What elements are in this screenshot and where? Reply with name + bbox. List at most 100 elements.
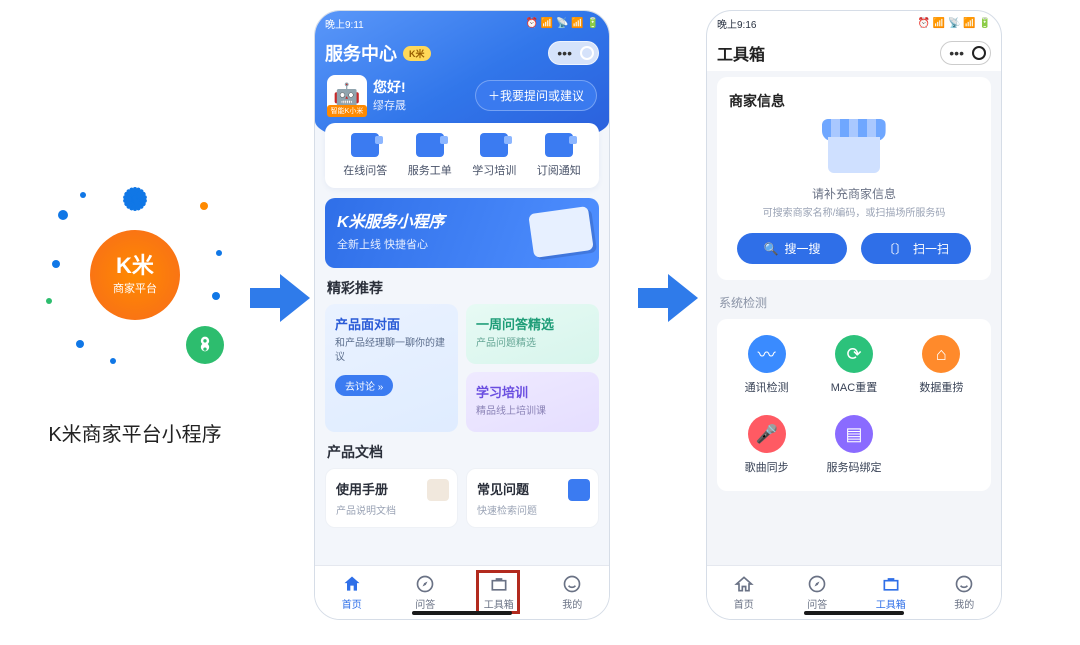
- scan-merchant-button[interactable]: 〔〕 扫一扫: [861, 233, 971, 264]
- status-icons: ⏰ 📶 📡 📶 🔋: [918, 18, 991, 29]
- tab-home[interactable]: 首页: [707, 574, 781, 611]
- qr-center-logo: K米 商家平台: [90, 230, 180, 320]
- merchant-hint-1: 请补充商家信息: [729, 185, 979, 202]
- capsule-close-icon[interactable]: [580, 46, 594, 60]
- capsule-menu-icon[interactable]: •••: [553, 46, 576, 60]
- logo-text: K米: [116, 255, 154, 277]
- sys-item-icon: ⌂: [922, 335, 960, 373]
- arrow-right-icon: [638, 270, 698, 326]
- greeting-row: 🤖 您好! 缪存晟 ＋我要提问或建议: [325, 71, 599, 123]
- doc-b-sub: 快速检索问题: [477, 502, 588, 517]
- page-title: 工具箱: [717, 41, 765, 65]
- tab-qa[interactable]: 问答: [389, 574, 463, 611]
- greeting-username: 缪存晟: [373, 97, 406, 113]
- miniprogram-clover-icon: [186, 326, 224, 364]
- rec-training[interactable]: 学习培训 精品线上培训课: [466, 372, 599, 432]
- phone-screen-toolbox: 晚上9:16 ⏰ 📶 📡 📶 🔋 工具箱 ••• 商家信息 请补充商家信息 可搜…: [706, 10, 1002, 620]
- doc-a-sub: 产品说明文档: [336, 502, 447, 517]
- status-icons: ⏰ 📶 📡 📶 🔋: [526, 18, 599, 29]
- app-title: 服务中心 K米: [325, 40, 431, 66]
- status-bar: 晚上9:11 ⏰ 📶 📡 📶 🔋: [315, 11, 609, 35]
- search-icon: 🔍: [764, 242, 779, 256]
- smile-icon: [954, 574, 974, 594]
- sys-item-1[interactable]: ⟳MAC重置: [810, 335, 897, 395]
- doc-manual[interactable]: 使用手册 产品说明文档: [325, 468, 458, 528]
- banner-card-graphic: [528, 206, 594, 258]
- rec-b-sub: 产品问题精选: [476, 337, 589, 351]
- mini-program-qr[interactable]: K米 商家平台: [40, 180, 230, 370]
- home-icon: [342, 574, 362, 594]
- sys-item-4[interactable]: ▤服务码绑定: [810, 415, 897, 475]
- tab-toolbox[interactable]: 工具箱: [462, 574, 536, 611]
- sys-item-icon: ▤: [835, 415, 873, 453]
- search-merchant-button[interactable]: 🔍 搜一搜: [737, 233, 847, 264]
- sys-item-icon: 🎤: [748, 415, 786, 453]
- system-tools-card: 〰通讯检测⟳MAC重置⌂数据重捞 🎤歌曲同步▤服务码绑定: [717, 319, 991, 491]
- capsule-menu-icon[interactable]: •••: [945, 46, 968, 60]
- merchant-title: 商家信息: [729, 91, 979, 111]
- qr-caption: K米商家平台小程序: [30, 418, 240, 447]
- arrow-right-icon: [250, 270, 310, 326]
- rec-a-sub: 和产品经理聊一聊你的建议: [335, 337, 448, 365]
- rec-c-title: 学习培训: [476, 382, 589, 401]
- status-bar: 晚上9:16 ⏰ 📶 📡 📶 🔋: [707, 11, 1001, 35]
- rec-a-title: 产品面对面: [335, 314, 448, 333]
- quick-training[interactable]: 学习培训: [464, 133, 525, 178]
- manual-icon: [427, 479, 449, 501]
- quick-online-qa[interactable]: 在线问答: [335, 133, 396, 178]
- shop-icon: [822, 119, 886, 173]
- capsule-buttons: •••: [940, 41, 991, 65]
- status-time: 晚上9:11: [325, 16, 364, 31]
- rec-product-faceoff[interactable]: 产品面对面 和产品经理聊一聊你的建议 去讨论 »: [325, 304, 458, 432]
- status-time: 晚上9:16: [717, 16, 756, 31]
- qr-panel: K米 商家平台 K米商家平台小程序: [30, 180, 240, 447]
- system-check-label: 系统检测: [719, 294, 989, 311]
- merchant-info-card: 商家信息 请补充商家信息 可搜索商家名称/编码，或扫描场所服务码 🔍 搜一搜 〔…: [717, 77, 991, 280]
- home-icon: [734, 574, 754, 594]
- capsule-close-icon[interactable]: [972, 46, 986, 60]
- greeting-hi: 您好!: [373, 77, 406, 97]
- miniprogram-titlebar: 服务中心 K米 •••: [315, 35, 609, 71]
- book-icon: [480, 133, 508, 157]
- folder-icon: [545, 133, 573, 157]
- promo-banner[interactable]: K米服务小程序 全新上线 快捷省心: [325, 198, 599, 268]
- tab-bar: 首页 问答 工具箱 我的: [707, 565, 1001, 619]
- rec-c-sub: 精品线上培训课: [476, 405, 589, 419]
- qa-icon: [568, 479, 590, 501]
- rec-a-go-button[interactable]: 去讨论 »: [335, 375, 393, 396]
- quick-subscribe[interactable]: 订阅通知: [529, 133, 590, 178]
- sys-item-0[interactable]: 〰通讯检测: [723, 335, 810, 395]
- sys-item-icon: 〰: [748, 335, 786, 373]
- sys-item-3[interactable]: 🎤歌曲同步: [723, 415, 810, 475]
- doc-faq[interactable]: 常见问题 快速检索问题: [466, 468, 599, 528]
- monitor-icon: [351, 133, 379, 157]
- bot-avatar-icon: 🤖: [327, 75, 367, 115]
- quick-actions-card: 在线问答 服务工单 学习培训 订阅通知: [325, 123, 599, 188]
- section-docs-title: 产品文档: [327, 442, 597, 462]
- rec-b-title: 一周问答精选: [476, 314, 589, 333]
- section-recommend-title: 精彩推荐: [327, 278, 597, 298]
- scan-icon: 〔〕: [883, 240, 907, 257]
- home-indicator: [804, 611, 904, 615]
- miniprogram-titlebar: 工具箱 •••: [707, 35, 1001, 71]
- tab-toolbox[interactable]: 工具箱: [854, 574, 928, 611]
- phone-screen-service-center: 晚上9:11 ⏰ 📶 📡 📶 🔋 服务中心 K米 ••• 🤖 您好! 缪存晟: [314, 10, 610, 620]
- rec-weekly-qa[interactable]: 一周问答精选 产品问题精选: [466, 304, 599, 364]
- briefcase-icon: [489, 574, 509, 594]
- tab-qa[interactable]: 问答: [781, 574, 855, 611]
- briefcase-icon: [881, 574, 901, 594]
- quick-service-ticket[interactable]: 服务工单: [400, 133, 461, 178]
- ask-question-button[interactable]: ＋我要提问或建议: [475, 80, 597, 111]
- ticket-icon: [416, 133, 444, 157]
- tab-mine[interactable]: 我的: [536, 574, 610, 611]
- home-indicator: [412, 611, 512, 615]
- sys-item-2[interactable]: ⌂数据重捞: [898, 335, 985, 395]
- title-badge: K米: [403, 46, 431, 61]
- tab-home[interactable]: 首页: [315, 574, 389, 611]
- sys-item-icon: ⟳: [835, 335, 873, 373]
- capsule-buttons: •••: [548, 41, 599, 65]
- tab-mine[interactable]: 我的: [928, 574, 1002, 611]
- logo-subtext: 商家平台: [113, 280, 157, 296]
- merchant-hint-2: 可搜索商家名称/编码，或扫描场所服务码: [729, 204, 979, 219]
- compass-icon: [807, 574, 827, 594]
